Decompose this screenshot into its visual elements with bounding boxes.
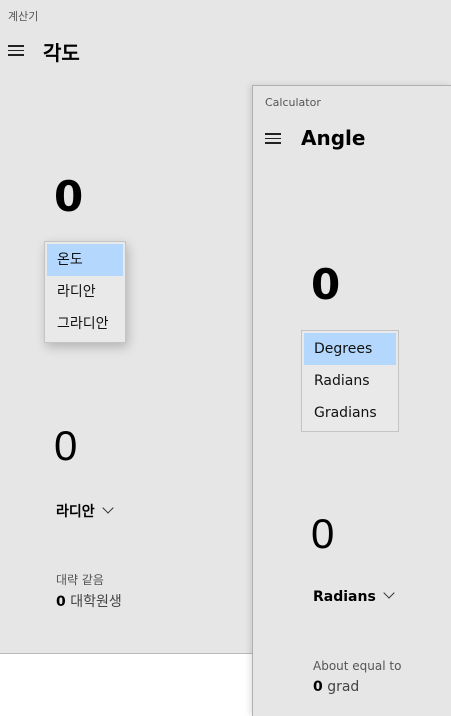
output-unit-label: 라디안 bbox=[56, 504, 95, 520]
input-unit-dropdown-list: 온도 라디안 그라디안 bbox=[44, 241, 126, 343]
app-title: 계산기 bbox=[8, 10, 39, 23]
dropdown-option-degrees[interactable]: 온도 bbox=[47, 244, 123, 276]
chevron-down-icon bbox=[383, 587, 395, 599]
dropdown-option-degrees[interactable]: Degrees bbox=[304, 333, 396, 365]
approx-value: 0 grad bbox=[313, 679, 359, 695]
hamburger-menu-icon[interactable] bbox=[8, 45, 24, 56]
approx-number: 0 bbox=[313, 679, 323, 695]
dropdown-option-radians[interactable]: Radians bbox=[304, 365, 396, 397]
output-value[interactable]: 0 bbox=[311, 513, 334, 555]
approx-label: About equal to bbox=[313, 659, 402, 673]
approx-label: 대략 같음 bbox=[56, 573, 104, 587]
hamburger-menu-icon[interactable] bbox=[265, 133, 281, 144]
output-unit-label: Radians bbox=[313, 589, 376, 605]
dropdown-option-gradians[interactable]: Gradians bbox=[304, 397, 396, 429]
output-unit-selector[interactable]: Radians bbox=[313, 587, 395, 605]
dropdown-option-gradians[interactable]: 그라디안 bbox=[47, 308, 123, 340]
approx-value: 0 대학원생 bbox=[56, 591, 122, 611]
approx-number: 0 bbox=[56, 594, 66, 610]
mode-title: Angle bbox=[301, 126, 366, 150]
approx-unit: 대학원생 bbox=[70, 594, 122, 610]
input-value[interactable]: 0 bbox=[54, 176, 83, 218]
calculator-window-english: Calculator Angle 0 Degrees Radians Gradi… bbox=[252, 85, 451, 716]
app-title: Calculator bbox=[265, 96, 321, 109]
approx-unit: grad bbox=[327, 679, 360, 695]
chevron-down-icon bbox=[101, 502, 114, 514]
dropdown-option-radians[interactable]: 라디안 bbox=[47, 276, 123, 308]
output-unit-selector[interactable]: 라디안 bbox=[56, 501, 114, 521]
mode-title: 각도 bbox=[43, 41, 80, 65]
input-unit-dropdown-list: Degrees Radians Gradians bbox=[301, 330, 399, 432]
output-value[interactable]: 0 bbox=[54, 425, 77, 467]
input-value[interactable]: 0 bbox=[311, 264, 340, 306]
